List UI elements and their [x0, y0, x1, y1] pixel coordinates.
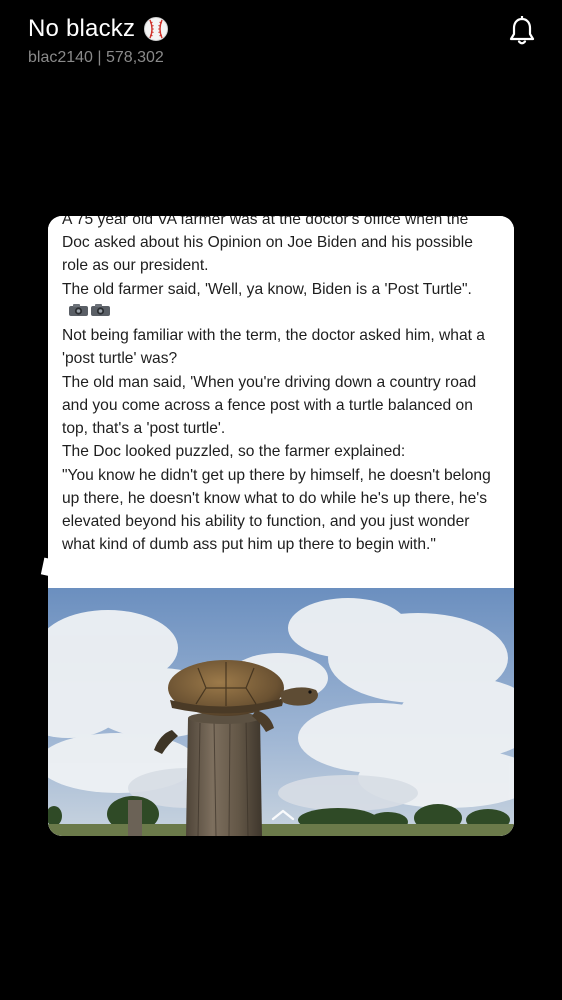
- post-paragraph: "You know he didn't get up there by hims…: [62, 466, 491, 554]
- post-paragraph: The old man said, 'When you're driving d…: [62, 373, 477, 438]
- camera-with-flash-icon: [68, 301, 112, 324]
- chevron-up-icon[interactable]: [270, 808, 296, 822]
- post-paragraph: The Doc looked puzzled, so the farmer ex…: [62, 443, 406, 461]
- title-row: No blackz: [28, 14, 542, 44]
- bell-icon[interactable]: [508, 15, 536, 46]
- story-subtitle: blac2140 | 578,302: [28, 49, 164, 66]
- post-paragraph: Not being familiar with the term, the do…: [62, 327, 485, 368]
- baseball-icon: [143, 16, 169, 42]
- flag-icon[interactable]: [38, 556, 66, 587]
- snap-media-card[interactable]: A 75 year old VA farmer was at the docto…: [48, 216, 514, 836]
- post-paragraph-text: The old farmer said, 'Well, ya know, Bid…: [62, 280, 472, 298]
- post-text: A 75 year old VA farmer was at the docto…: [48, 216, 514, 580]
- story-title[interactable]: No blackz: [28, 14, 135, 44]
- story-header: No blackz blac2140 | 578,302: [28, 14, 542, 74]
- turtle-photo: [48, 588, 514, 836]
- post-paragraph: A 75 year old VA farmer was at the docto…: [62, 216, 473, 275]
- post-paragraph: The old farmer said, 'Well, ya know, Bid…: [62, 278, 500, 325]
